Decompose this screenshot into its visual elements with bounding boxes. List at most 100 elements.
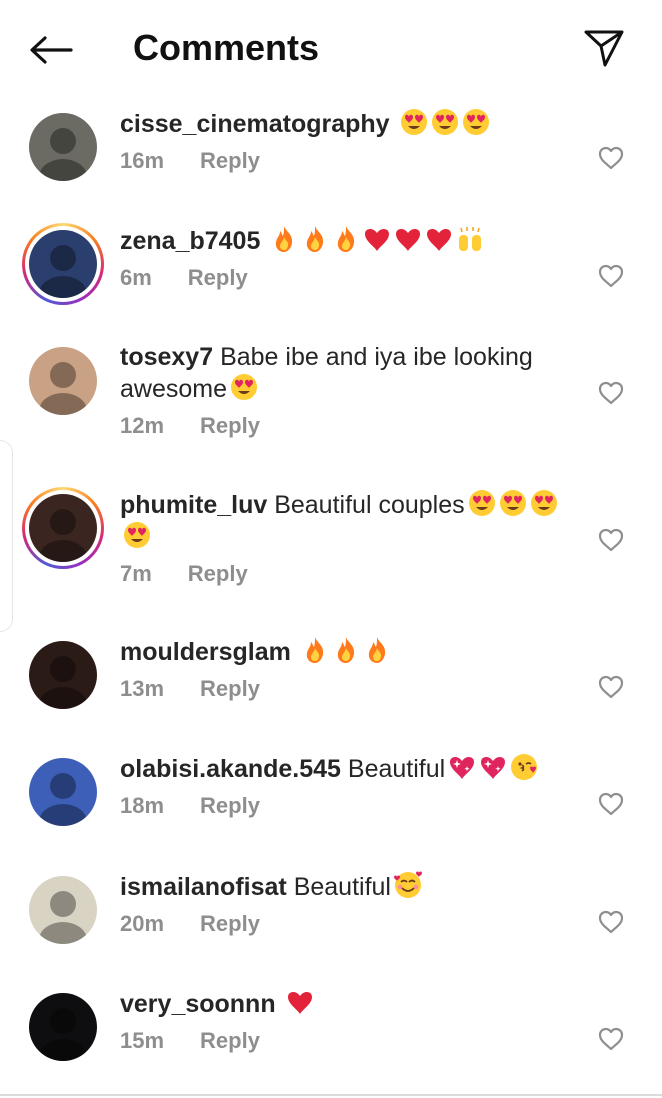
red-heart-emoji	[422, 227, 453, 255]
username[interactable]: phumite_luv	[120, 491, 267, 519]
like-button[interactable]	[596, 1024, 626, 1054]
reply-button[interactable]: Reply	[200, 676, 260, 702]
comment-meta: 16m Reply	[120, 148, 570, 174]
heart-outline-icon	[598, 910, 624, 934]
like-button[interactable]	[596, 378, 626, 408]
avatar[interactable]	[22, 223, 104, 305]
reply-button[interactable]: Reply	[200, 148, 260, 174]
avatar[interactable]	[28, 875, 98, 945]
reply-button[interactable]: Reply	[200, 911, 260, 937]
comment-body: Beautiful	[293, 873, 391, 901]
paper-plane-icon	[584, 30, 624, 67]
raising-hands-emoji	[453, 227, 484, 255]
comment-text: ismailanofisat Beautiful	[120, 871, 570, 903]
avatar[interactable]	[28, 112, 98, 182]
comment-item: ismailanofisat Beautiful 20m Reply	[0, 861, 662, 971]
comment-text: olabisi.akande.545 Beautiful	[120, 753, 570, 785]
comment-text: zena_b7405	[120, 225, 570, 257]
fire-emoji	[329, 637, 360, 666]
reply-button[interactable]: Reply	[188, 561, 248, 587]
heart-outline-icon	[598, 528, 624, 552]
timestamp: 13m	[120, 676, 165, 701]
heart-outline-icon	[598, 381, 624, 405]
username[interactable]: very_soonnn	[120, 990, 276, 1018]
share-button[interactable]	[580, 26, 628, 70]
avatar[interactable]	[22, 487, 104, 569]
timestamp: 7m	[120, 561, 152, 586]
like-button[interactable]	[596, 261, 626, 291]
like-button[interactable]	[596, 143, 626, 173]
comment-meta: 15m Reply	[120, 1028, 570, 1054]
arrow-left-icon	[30, 36, 73, 64]
page-title: Comments	[133, 27, 320, 68]
comment-body: Beautiful	[347, 755, 446, 783]
red-heart-emoji	[391, 227, 422, 255]
like-button[interactable]	[596, 525, 626, 555]
comment-text: tosexy7 Babe ibe and iya ibe looking awe…	[120, 342, 570, 405]
username[interactable]: olabisi.akande.545	[120, 755, 341, 783]
heart-eyes-emoji	[397, 109, 428, 138]
header: Comments	[0, 0, 662, 98]
red-heart-emoji	[360, 227, 391, 255]
kissing-face-emoji	[507, 754, 538, 783]
comment-meta: 12m Reply	[120, 413, 570, 439]
comment-body: Beautiful couples	[274, 491, 465, 519]
username[interactable]: ismailanofisat	[120, 873, 287, 901]
comment-item: tosexy7 Babe ibe and iya ibe looking awe…	[0, 332, 662, 442]
heart-eyes-emoji	[428, 109, 459, 138]
username[interactable]: zena_b7405	[120, 227, 260, 255]
avatar[interactable]	[28, 992, 98, 1062]
comment-item: phumite_luv Beautiful couples 7m Reply	[0, 479, 662, 589]
sparkling-heart-emoji	[476, 755, 507, 783]
timestamp: 20m	[120, 911, 165, 936]
like-button[interactable]	[596, 907, 626, 937]
like-button[interactable]	[596, 672, 626, 702]
red-heart-emoji	[283, 990, 314, 1018]
heart-outline-icon	[598, 146, 624, 170]
heart-eyes-emoji	[465, 490, 496, 519]
heart-outline-icon	[598, 675, 624, 699]
comment-item: olabisi.akande.545 Beautiful 18m Reply	[0, 743, 662, 853]
heart-outline-icon	[598, 1027, 624, 1051]
comment-text: very_soonnn	[120, 988, 570, 1020]
fire-emoji	[298, 226, 329, 255]
comment-meta: 18m Reply	[120, 793, 570, 819]
sparkling-heart-emoji	[445, 755, 476, 783]
heart-eyes-emoji	[459, 109, 490, 138]
comment-text: cisse_cinematography	[120, 108, 570, 140]
comment-item: very_soonnn 15m Reply	[0, 978, 662, 1088]
like-button[interactable]	[596, 789, 626, 819]
avatar[interactable]	[28, 640, 98, 710]
fire-emoji	[267, 226, 298, 255]
reply-button[interactable]: Reply	[188, 265, 248, 291]
smiling-face-hearts-emoji	[391, 871, 422, 901]
reply-button[interactable]: Reply	[200, 1028, 260, 1054]
fire-emoji	[329, 226, 360, 255]
reply-button[interactable]: Reply	[200, 793, 260, 819]
heart-eyes-emoji	[120, 522, 151, 551]
heart-eyes-emoji	[496, 490, 527, 519]
comment-meta: 6m Reply	[120, 265, 570, 291]
username[interactable]: mouldersglam	[120, 638, 291, 666]
username[interactable]: tosexy7	[120, 343, 213, 371]
avatar[interactable]	[28, 757, 98, 827]
username[interactable]: cisse_cinematography	[120, 110, 390, 138]
heart-outline-icon	[598, 792, 624, 816]
reply-button[interactable]: Reply	[200, 413, 260, 439]
heart-outline-icon	[598, 264, 624, 288]
heart-eyes-emoji	[527, 490, 558, 519]
comment-meta: 13m Reply	[120, 676, 570, 702]
timestamp: 6m	[120, 265, 152, 290]
timestamp: 18m	[120, 793, 165, 818]
comment-item: mouldersglam 13m Reply	[0, 626, 662, 736]
back-button[interactable]	[26, 28, 76, 72]
timestamp: 16m	[120, 148, 165, 173]
comment-text: mouldersglam	[120, 636, 570, 668]
fire-emoji	[360, 637, 391, 666]
avatar[interactable]	[28, 346, 98, 416]
heart-eyes-emoji	[227, 374, 258, 403]
comment-meta: 7m Reply	[120, 561, 570, 587]
fire-emoji	[298, 637, 329, 666]
comment-item: zena_b7405 6m Reply	[0, 215, 662, 325]
timestamp: 15m	[120, 1028, 165, 1053]
